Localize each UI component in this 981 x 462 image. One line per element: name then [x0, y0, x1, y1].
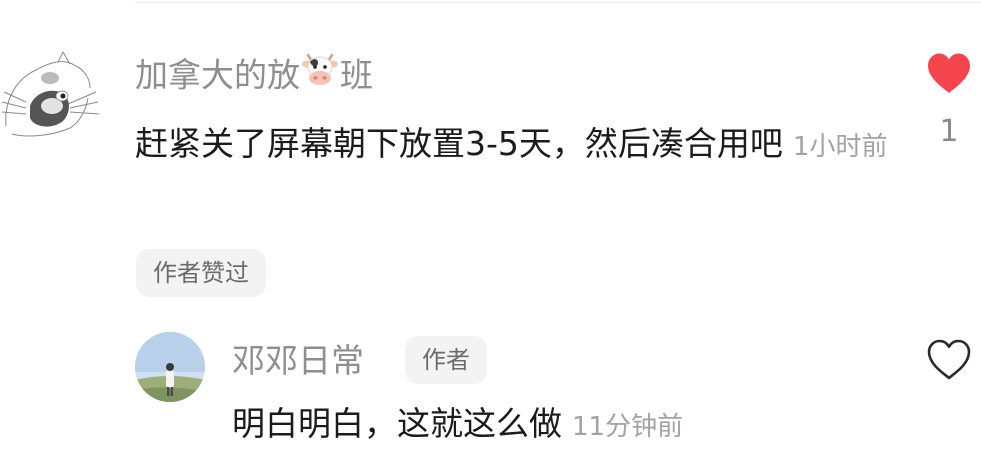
author-badge: 作者 — [405, 336, 487, 384]
comment-text: 赶紧关了屏幕朝下放置3-5天，然后凑合用吧 — [135, 124, 783, 163]
reply-body: 明白明白，这就这么做 11分钟前 — [232, 392, 683, 459]
reply-time: 11分钟前 — [572, 412, 684, 442]
reply-like-button[interactable] — [926, 338, 972, 382]
heart-filled-icon — [928, 53, 970, 93]
top-divider — [135, 2, 981, 3]
commenter-avatar[interactable] — [0, 48, 100, 148]
commenter-username[interactable]: 加拿大的放 班 — [135, 52, 373, 102]
replier-username[interactable]: 邓邓日常 — [232, 338, 364, 384]
heart-outline-icon — [927, 339, 971, 380]
reply-text: 明白明白，这就这么做 — [232, 404, 562, 443]
username-part-1: 加拿大的放 — [135, 55, 300, 95]
like-button[interactable] — [926, 52, 972, 96]
username-part-2: 班 — [340, 55, 373, 95]
cow-face-icon — [302, 52, 338, 98]
replier-avatar[interactable] — [135, 332, 205, 402]
author-liked-tag: 作者赞过 — [136, 249, 266, 297]
comment-time: 1小时前 — [792, 132, 888, 162]
comment-body: 赶紧关了屏幕朝下放置3-5天，然后凑合用吧 1小时前 — [135, 112, 895, 179]
like-count: 1 — [939, 114, 959, 149]
